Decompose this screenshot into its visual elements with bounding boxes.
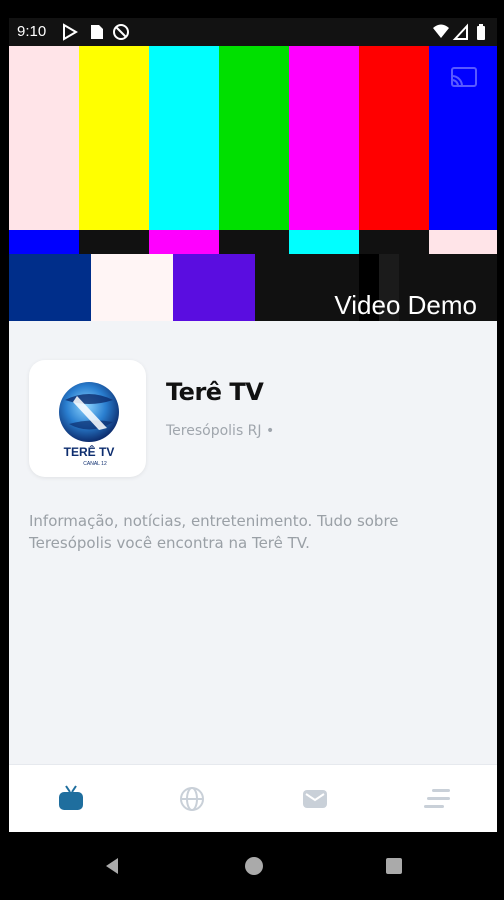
status-time: 9:10 [17,23,47,40]
tab-web[interactable] [172,779,212,819]
app-location: Teresópolis RJ • [166,423,275,439]
home-button[interactable] [238,850,270,882]
tere-tv-logo: TERÊ TV CANAL 12 [59,382,119,467]
battery-icon [477,24,485,40]
bottom-tab-bar [9,764,497,832]
video-player[interactable]: Video Demo [9,46,497,321]
back-button[interactable] [96,850,128,882]
recents-button[interactable] [378,850,410,882]
logo-text: TERÊ TV [64,444,115,459]
menu-icon [424,789,450,808]
back-icon [106,858,118,874]
tv-icon [59,785,83,810]
app-title: Terê TV [166,378,264,406]
status-left-icons [63,23,129,41]
video-title: Video Demo [334,290,477,320]
cast-icon[interactable] [449,66,479,90]
wifi-icon [433,24,449,38]
color-bars-image [9,46,497,321]
recents-icon [386,858,402,874]
signal-icon [452,23,468,40]
blocked-icon [113,24,129,40]
tab-tv[interactable] [51,779,91,819]
sd-card-icon [91,25,103,39]
status-bar: 9:10 [9,18,497,46]
play-store-icon [63,23,78,41]
app-logo-card: TERÊ TV CANAL 12 [29,360,146,477]
android-nav-bar [0,832,504,900]
mail-icon [303,790,327,808]
globe-icon [180,787,204,811]
tab-messages[interactable] [295,779,335,819]
home-icon [245,857,263,875]
app-screen: 9:10 Video Demo TERÊ TV CANAL 12 Terê TV… [9,18,497,832]
tab-menu[interactable] [417,779,457,819]
app-description: Informação, notícias, entretenimento. Tu… [29,512,399,552]
logo-subtext: CANAL 12 [83,461,107,467]
status-right-icons [433,23,485,40]
